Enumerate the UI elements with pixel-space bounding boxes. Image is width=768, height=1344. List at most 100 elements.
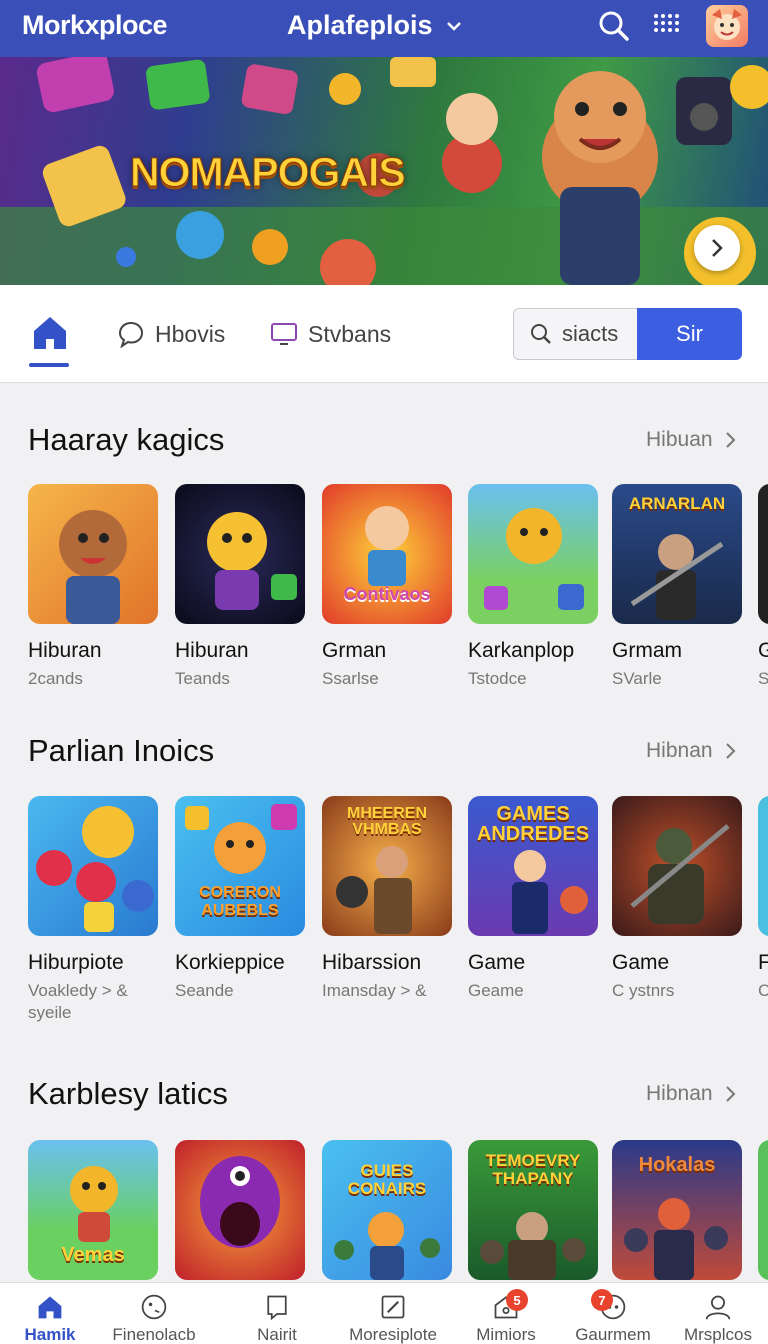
app-card[interactable]: Hiburan 2cands: [28, 484, 158, 690]
app-name: F: [758, 951, 768, 974]
app-thumbnail: MHEEREN VHMBAS: [322, 796, 452, 936]
app-row: Hiburpiote Voakledy > & syeile CORERON A…: [0, 796, 768, 1031]
app-thumbnail: [175, 1140, 305, 1280]
nav-item-home[interactable]: Hamik: [0, 1283, 105, 1344]
nav-item-bookmarks[interactable]: Nairit: [222, 1283, 332, 1344]
nav-label: Nairit: [257, 1325, 297, 1344]
banner-title: NOMAPOGAIS: [130, 149, 407, 196]
app-row: Vemas GUIES CONAIRS TEMOEVRY THAPANY Hok…: [0, 1140, 768, 1282]
tab-stvbans[interactable]: Stvbans: [270, 320, 391, 348]
section-title: Karblesy latics: [28, 1076, 228, 1111]
nav-label: Finenolacb: [112, 1325, 196, 1344]
avatar[interactable]: [706, 5, 748, 47]
app-art-text: GAMES ANDREDES: [476, 803, 590, 845]
app-thumbnail: [28, 796, 158, 936]
see-more-link[interactable]: Hibnan: [646, 739, 737, 763]
app-thumbnail: TEMOEVRY THAPANY: [468, 1140, 598, 1280]
app-thumbnail: Contivaos: [322, 484, 452, 624]
tab-bar: Hbovis Stvbans siacts Sir: [0, 285, 768, 383]
home-icon: [38, 1296, 62, 1319]
app-thumbnail: Hokalas: [612, 1140, 742, 1280]
app-card[interactable]: MHEEREN VHMBAS Hibarssion Imansday > &: [322, 796, 452, 1002]
see-more-link[interactable]: Hibnan: [646, 1082, 737, 1106]
chevron-down-icon: [446, 21, 461, 31]
app-name: Hibarssion: [322, 951, 422, 974]
store-selector-label: Aplafeplois: [287, 10, 433, 40]
app-category: 2cands: [28, 669, 83, 688]
chevron-right-icon: [712, 239, 723, 257]
app-name: Hiburan: [175, 639, 249, 662]
app-card[interactable]: [175, 1140, 305, 1280]
nav-item-games[interactable]: 7 Gaurmem: [558, 1283, 668, 1344]
tab-hbovis[interactable]: Hbovis: [117, 320, 225, 348]
app-category: Ssarlse: [322, 669, 379, 688]
nav-item-discover[interactable]: Finenolacb: [99, 1283, 209, 1344]
app-row: Hiburan 2cands Hiburan Teands Contivaos …: [0, 484, 768, 704]
app-category: Imansday > &: [322, 981, 427, 1000]
bookmark-icon: [267, 1295, 287, 1321]
search-icon: [531, 324, 551, 344]
nav-label: Hamik: [24, 1325, 76, 1344]
app-card[interactable]: G S: [758, 484, 768, 690]
edit-icon: [381, 1295, 405, 1319]
banner-next-button[interactable]: [694, 225, 740, 271]
nav-label: Moresiplote: [349, 1325, 437, 1344]
app-name: Game: [468, 951, 526, 974]
nav-label: Gaurmem: [575, 1325, 651, 1344]
nav-item-profile[interactable]: Mrsplcos: [663, 1283, 768, 1344]
app-art-text: Hokalas: [638, 1154, 716, 1176]
app-card[interactable]: CORERON AUBEBLS Korkieppice Seande: [175, 796, 305, 1002]
section-title: Haaray kagics: [28, 422, 225, 457]
store-selector[interactable]: Aplafeplois: [287, 10, 461, 41]
app-card[interactable]: GAMES ANDREDES Game Geame: [468, 796, 598, 1002]
app-thumbnail: ARNARLAN: [612, 484, 742, 624]
app-art-text: CORERON AUBEBLS: [199, 884, 281, 919]
see-more-label: Hibnan: [646, 739, 713, 762]
app-category: Geame: [468, 981, 524, 1000]
active-tab-indicator: [29, 363, 69, 367]
app-card[interactable]: ARNARLAN Grmam SVarle: [612, 484, 742, 690]
app-card[interactable]: GUIES CONAIRS: [322, 1140, 452, 1280]
search-button[interactable]: Sir: [637, 308, 742, 360]
chevron-right-icon: [725, 432, 735, 448]
see-more-label: Hibuan: [646, 428, 713, 451]
nav-item-edit[interactable]: Moresiplote: [338, 1283, 448, 1344]
see-more-link[interactable]: Hibuan: [646, 428, 737, 452]
apps-grid-icon[interactable]: [652, 12, 682, 42]
app-card[interactable]: Hiburpiote Voakledy > & syeile: [28, 796, 158, 1024]
app-card[interactable]: Game C ystnrs: [612, 796, 742, 1002]
search-input[interactable]: siacts: [513, 308, 643, 360]
app-art-text: Contivaos: [343, 584, 431, 604]
notification-badge: 7: [591, 1289, 613, 1311]
app-category: Seande: [175, 981, 234, 1000]
app-art-text: GUIES CONAIRS: [347, 1161, 427, 1198]
app-name: G: [758, 639, 768, 662]
app-thumbnail: GAMES ANDREDES: [468, 796, 598, 936]
tab-label: Hbovis: [155, 320, 226, 347]
nav-item-shop[interactable]: 5 Mimiors: [451, 1283, 561, 1344]
app-category: Teands: [175, 669, 230, 688]
app-name: Hiburpiote: [28, 951, 124, 974]
search-icon[interactable]: [597, 9, 631, 43]
app-card[interactable]: Vemas: [28, 1140, 158, 1280]
app-name: Karkanplop: [468, 639, 575, 662]
app-brand: Morkxploce: [22, 10, 168, 40]
app-card[interactable]: Hiburan Teands: [175, 484, 305, 690]
app-thumbnail: [612, 796, 742, 936]
app-card[interactable]: TEMOEVRY THAPANY: [468, 1140, 598, 1280]
app-card[interactable]: F C: [758, 796, 768, 1002]
app-card[interactable]: Karkanplop Tstodce: [468, 484, 598, 690]
discover-icon: [141, 1294, 167, 1320]
home-icon[interactable]: [30, 313, 70, 353]
app-thumbnail: [468, 484, 598, 624]
nav-label: Mimiors: [476, 1325, 536, 1344]
app-category: Tstodce: [468, 669, 527, 688]
app-name: Grman: [322, 639, 387, 662]
app-card[interactable]: [758, 1140, 768, 1280]
app-category: C ystnrs: [612, 981, 675, 1000]
promo-banner[interactable]: NOMAPOGAIS: [0, 57, 768, 285]
app-card[interactable]: Contivaos Grman Ssarlse: [322, 484, 452, 690]
see-more-label: Hibnan: [646, 1082, 713, 1105]
app-name: Korkieppice: [175, 951, 285, 974]
app-card[interactable]: Hokalas: [612, 1140, 742, 1280]
